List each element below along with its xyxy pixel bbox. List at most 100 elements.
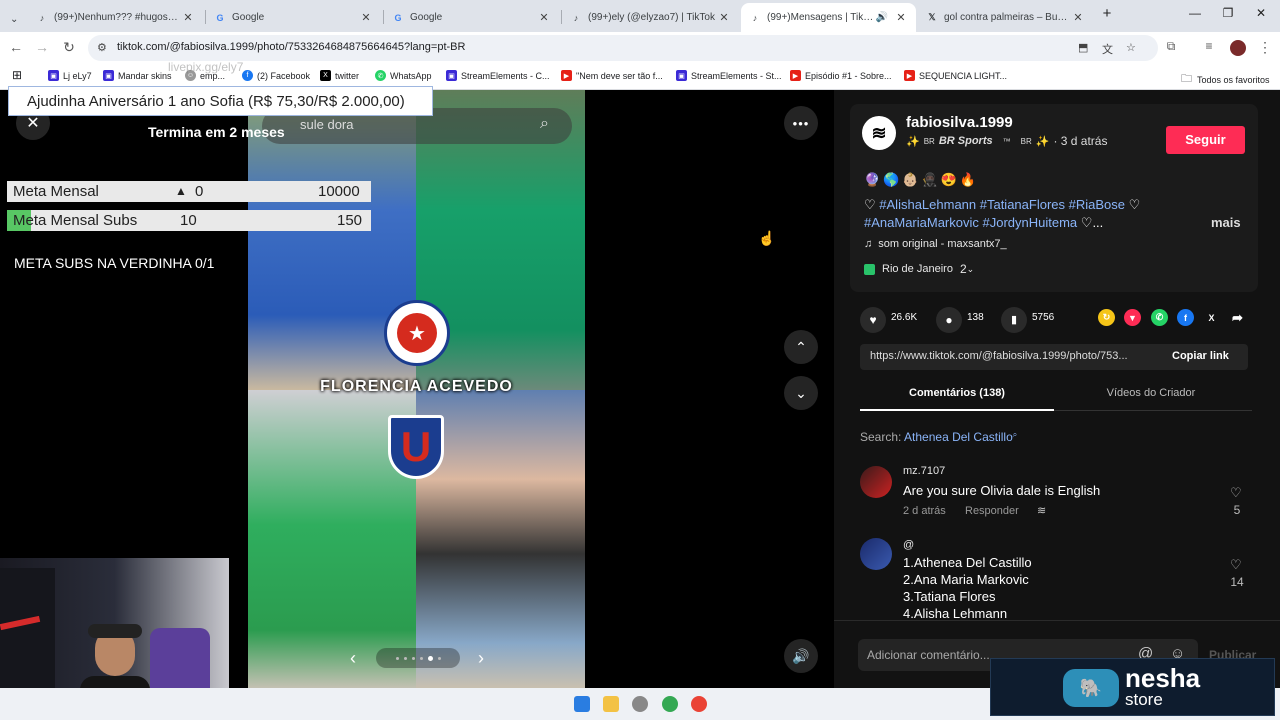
tab-search-button[interactable]: ⌄ — [2, 5, 26, 34]
copy-link-button[interactable]: Copiar link — [1172, 350, 1229, 362]
more-button[interactable]: mais — [1211, 215, 1241, 230]
location-tag[interactable]: Rio de Janeiro 2 ⌄ — [864, 262, 974, 276]
bookmark-6[interactable]: ✆ WhatsApp — [375, 70, 432, 81]
tab-creator-videos[interactable]: Vídeos do Criador — [1054, 387, 1248, 399]
tab-3[interactable]: G Google ✕ — [384, 3, 559, 32]
more-options-button[interactable]: ••• — [784, 106, 818, 140]
avatar[interactable] — [860, 466, 892, 498]
comment-search-suggestion[interactable]: Search: Athenea Del Castillo⌕ — [860, 430, 1017, 444]
url-bar[interactable]: ⚙ tiktok.com/@fabiosilva.1999/photo/7533… — [88, 35, 1158, 61]
tab-6[interactable]: 𝕏 gol contra palmeiras – Buscar ✕ — [918, 3, 1093, 32]
next-photo-button[interactable]: › — [466, 643, 496, 673]
author-name[interactable]: fabiosilva.1999 — [906, 114, 1013, 131]
tab-comments[interactable]: Comentários (138) — [860, 387, 1054, 399]
author-avatar[interactable]: ≋ — [862, 116, 896, 150]
avatar[interactable] — [1230, 40, 1246, 56]
like-icon[interactable]: ♥ — [860, 307, 886, 333]
bookmark-4[interactable]: f (2) Facebook — [242, 70, 310, 81]
bookmark-2[interactable]: ▣ Mandar skins — [103, 70, 172, 81]
tab-5-active[interactable]: ♪ (99+)Mensagens | TikTok 🔊 ✕ — [741, 3, 916, 32]
windows-start-icon[interactable] — [574, 696, 590, 712]
media-icon[interactable]: ≡ — [1200, 39, 1218, 53]
site-info-icon[interactable]: ⚙ — [97, 41, 107, 54]
facebook-icon[interactable]: f — [1177, 309, 1194, 326]
post-link[interactable]: https://www.tiktok.com/@fabiosilva.1999/… — [870, 350, 1128, 362]
comment-user[interactable]: @ — [903, 539, 914, 551]
x-icon: 𝕏 — [928, 12, 936, 22]
screen: ⌄ ♪ (99+)Nenhum??? #hugosouza ✕ G Google… — [0, 0, 1280, 720]
close-icon[interactable]: ✕ — [359, 11, 373, 24]
forward-icon[interactable]: → — [33, 39, 51, 55]
bookmark-star-icon[interactable]: ☆ — [1126, 41, 1136, 54]
comment-like-icon[interactable]: ♡ — [1230, 485, 1242, 501]
bookmark-11[interactable]: ▶ SEQUENCIA LIGHT... — [904, 70, 1007, 81]
app-icon[interactable] — [632, 696, 648, 712]
comment-like-count: 14 — [1230, 575, 1244, 589]
close-icon[interactable]: ✕ — [181, 11, 195, 24]
send-icon[interactable]: ▼ — [1124, 309, 1141, 326]
facebook-icon: f — [242, 70, 253, 81]
close-icon[interactable]: ✕ — [717, 11, 731, 24]
close-window-button[interactable]: ✕ — [1246, 6, 1276, 20]
new-tab-button[interactable]: + — [1092, 5, 1122, 22]
bookmark-10[interactable]: ▶ Episódio #1 - Sobre... — [790, 70, 892, 81]
translate-icon[interactable]: 文 — [1102, 41, 1113, 57]
bookmark-1[interactable]: ▣ Lj eLy7 — [48, 70, 92, 81]
bookmark-8[interactable]: ▶ "Nem deve ser tão f... — [561, 70, 663, 81]
follow-button[interactable]: Seguir — [1166, 126, 1245, 154]
comment-icon[interactable]: ● — [936, 307, 962, 333]
all-bookmarks[interactable]: 🗀 Todos os favoritos — [1181, 70, 1270, 89]
close-icon[interactable]: ✕ — [537, 11, 551, 24]
bookmark-7[interactable]: ▣ StreamElements - C... — [446, 70, 550, 81]
tiktok-icon: ♪ — [39, 12, 45, 23]
minimize-button[interactable]: — — [1180, 6, 1210, 20]
comment-user[interactable]: mz.7107 — [903, 465, 945, 477]
stream-icon: ▣ — [676, 70, 687, 81]
bookmark-5[interactable]: Xtwitter — [320, 70, 359, 81]
prev-photo-button[interactable]: ‹ — [338, 643, 368, 673]
avatar[interactable] — [860, 538, 892, 570]
tab-1[interactable]: ♪ (99+)Nenhum??? #hugosouza ✕ — [28, 3, 203, 32]
next-post-button[interactable]: ⌄ — [784, 376, 818, 410]
search-icon[interactable]: ⌕ — [540, 115, 549, 133]
comment-like-icon[interactable]: ♡ — [1230, 557, 1242, 573]
tab-2[interactable]: G Google ✕ — [206, 3, 381, 32]
meta-subs-bar: Meta Mensal Subs 10 150 — [7, 210, 371, 231]
speaker-icon[interactable]: 🔊 — [876, 12, 888, 23]
maximize-button[interactable]: ❐ — [1213, 6, 1243, 20]
whatsapp-icon: ✆ — [375, 70, 386, 81]
meta-mensal-bar: Meta Mensal ▲ 0 10000 — [7, 181, 371, 202]
donation-goal-banner: Ajudinha Aniversário 1 ano Sofia (R$ 75,… — [8, 86, 433, 116]
prev-post-button[interactable]: ⌃ — [784, 330, 818, 364]
close-icon[interactable]: ✕ — [894, 11, 908, 24]
file-explorer-icon[interactable] — [603, 696, 619, 712]
livepix-watermark: livepix.gg/ely7 — [168, 60, 244, 74]
post-photo[interactable]: ★ FLORENCIA ACEVEDO U ‹ › — [248, 90, 585, 688]
bookmark-9[interactable]: ▣ StreamElements - St... — [676, 70, 782, 81]
repost-icon[interactable]: ↻ — [1098, 309, 1115, 326]
x-share-icon[interactable]: X — [1203, 309, 1220, 326]
carousel-dots[interactable] — [376, 648, 460, 668]
youtube-icon: ▶ — [904, 70, 915, 81]
whatsapp-icon[interactable]: ✆ — [1151, 309, 1168, 326]
reply-button[interactable]: Responder — [965, 505, 1019, 517]
close-icon[interactable]: ✕ — [1071, 11, 1085, 24]
chrome-icon[interactable] — [691, 696, 707, 712]
bookmark-icon[interactable]: ▮ — [1001, 307, 1027, 333]
apps-icon[interactable]: ⊞ — [12, 68, 22, 82]
tab-strip: ⌄ ♪ (99+)Nenhum??? #hugosouza ✕ G Google… — [0, 0, 1280, 32]
install-icon[interactable]: ⬒ — [1078, 41, 1088, 54]
caption-hashtags-line1[interactable]: ♡ #AlishaLehmann #TatianaFlores #RiaBose… — [864, 197, 1140, 213]
back-icon[interactable]: ← — [7, 39, 25, 55]
extensions-icon[interactable]: ⧉ — [1162, 39, 1180, 54]
menu-icon[interactable]: ⋮ — [1256, 39, 1274, 56]
volume-button[interactable]: 🔊 — [784, 639, 818, 673]
url-text[interactable]: tiktok.com/@fabiosilva.1999/photo/753326… — [117, 41, 465, 53]
music-link[interactable]: ♫ som original - maxsantx7_ — [864, 238, 1007, 250]
tab-4[interactable]: ♪ (99+)ely (@elyzao7) | TikTok ✕ — [562, 3, 739, 32]
share-arrow-icon[interactable]: ➦ — [1229, 309, 1246, 326]
chrome-icon[interactable] — [662, 696, 678, 712]
caption-hashtags-line2[interactable]: #AnaMariaMarkovic #JordynHuitema ♡... — [864, 215, 1103, 231]
reload-icon[interactable]: ↻ — [60, 39, 78, 56]
comment-like-count: 5 — [1233, 503, 1241, 517]
